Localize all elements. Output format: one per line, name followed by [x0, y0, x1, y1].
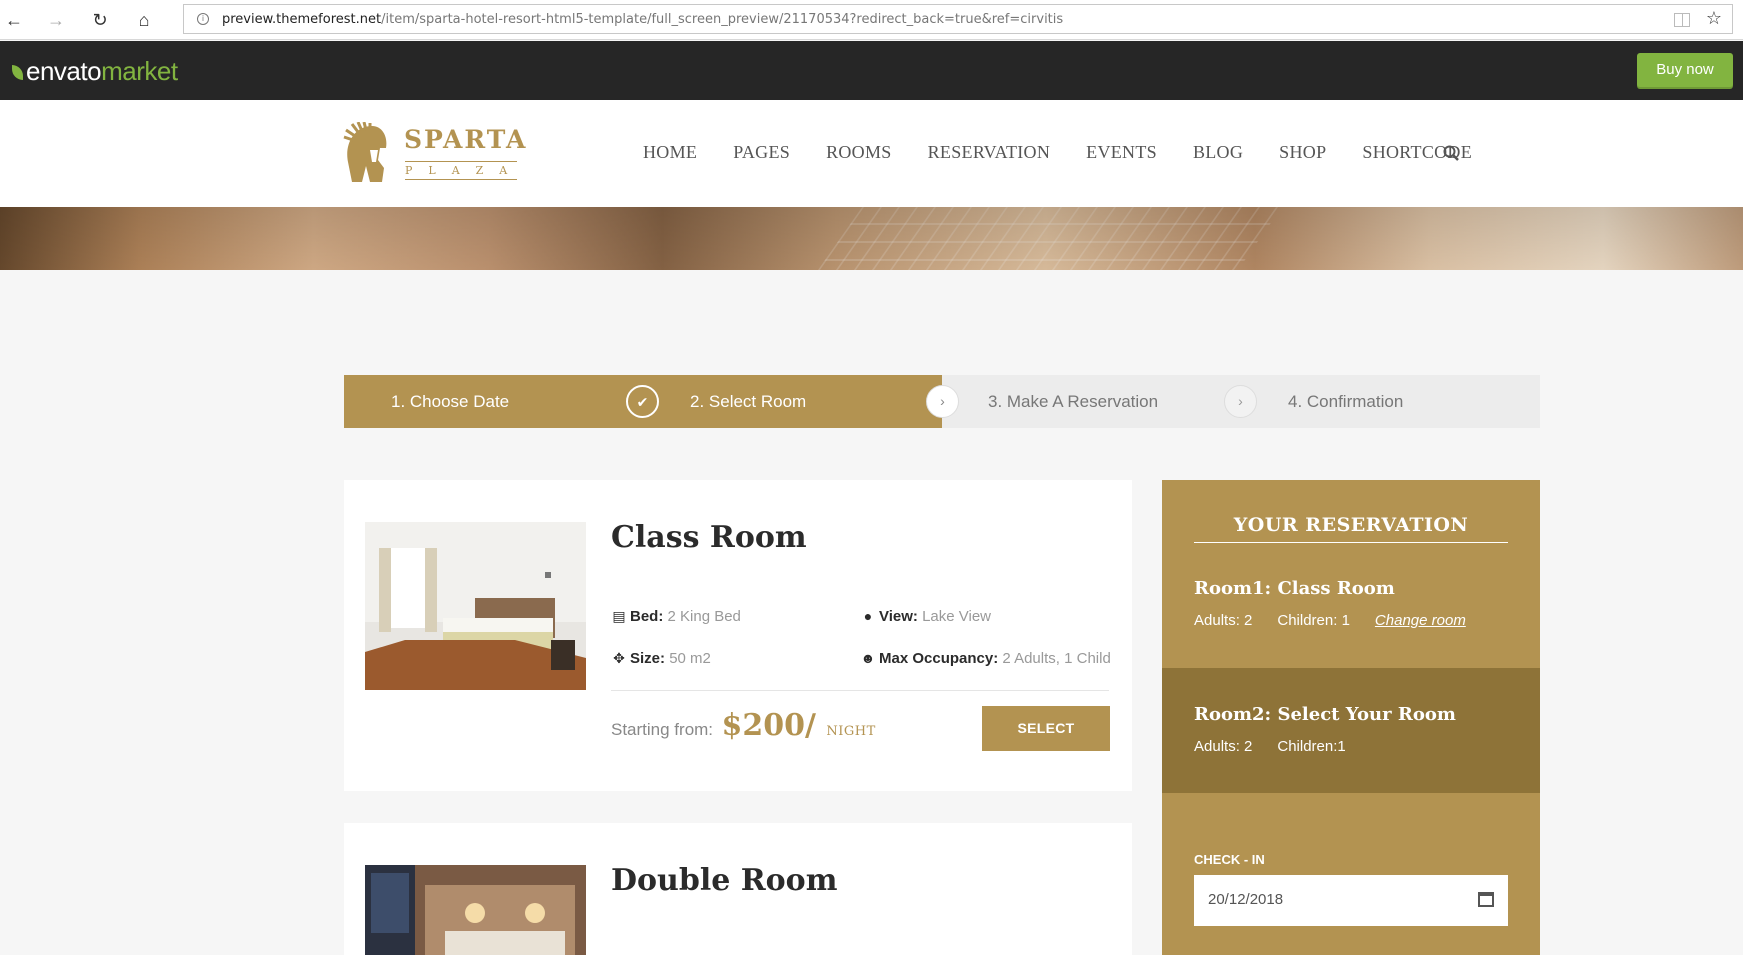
step-label: 2. Select Room: [690, 392, 807, 411]
price-label: Starting from:: [611, 720, 714, 739]
spartan-helmet-icon: [343, 122, 387, 182]
banner-shade: [0, 207, 1743, 270]
nav-home[interactable]: Home: [643, 142, 697, 163]
change-room-link[interactable]: Change room: [1375, 612, 1466, 629]
reservation-title: YOUR RESERVATION: [1194, 514, 1508, 543]
checkin-date-input[interactable]: 20/12/2018: [1194, 875, 1508, 926]
forward-arrow-icon[interactable]: →: [44, 8, 68, 32]
chevron-right-icon: ›: [1224, 385, 1257, 418]
step-label: 3. Make A Reservation: [988, 392, 1159, 411]
search-icon[interactable]: [1443, 145, 1459, 161]
site-info-icon[interactable]: i: [197, 13, 209, 25]
double-room-photo: [365, 865, 586, 955]
occupancy-value: 2 Adults, 1 Child: [1002, 650, 1111, 667]
room-card-double-room: Double Room: [344, 823, 1132, 955]
room1-children: Children: 1: [1277, 612, 1350, 629]
step-choose-date[interactable]: 1. Choose Date: [344, 375, 642, 428]
room2-section: Room2: Select Your Room Adults: 2 Childre…: [1162, 668, 1540, 793]
reservation-panel: YOUR RESERVATION Room1: Class Room Adult…: [1162, 480, 1540, 955]
room-view: ● View: Lake View: [860, 608, 991, 625]
bed-label: Bed:: [630, 608, 664, 625]
room-title[interactable]: Class Room: [611, 520, 807, 555]
nav-rooms[interactable]: Rooms: [826, 142, 892, 163]
brand-subtitle: PLAZA: [405, 161, 517, 180]
bed-value: 2 King Bed: [667, 608, 741, 625]
site-header: SPARTA PLAZA Home Pages Rooms Reservatio…: [0, 100, 1743, 207]
view-value: Lake View: [922, 608, 992, 625]
chevron-right-icon: ›: [926, 385, 959, 418]
room-bed: ▤ Bed: 2 King Bed: [611, 608, 741, 625]
room1-guests: Adults: 2 Children: 1 Change room: [1194, 612, 1466, 629]
step-confirmation[interactable]: 4. Confirmation: [1240, 375, 1540, 428]
room-price: Starting from: $200/ NIGHT: [611, 708, 876, 743]
booking-steps: 1. Choose Date 2. Select Room 3. Make A …: [344, 375, 1540, 428]
occupancy-label: Max Occupancy:: [879, 650, 999, 667]
nav-events[interactable]: Events: [1086, 142, 1157, 163]
view-label: View:: [879, 608, 918, 625]
nav-pages[interactable]: Pages: [733, 142, 790, 163]
room2-guests: Adults: 2 Children:1: [1194, 738, 1371, 755]
envato-leaf-icon: [12, 65, 23, 80]
hero-banner-image: [0, 207, 1743, 270]
room-occupancy: ☻ Max Occupancy: 2 Adults, 1 Child: [860, 650, 1111, 667]
envato-market-logo[interactable]: envatomarket: [12, 56, 178, 87]
step-label: 1. Choose Date: [391, 392, 510, 411]
room-divider: [611, 690, 1109, 691]
favorite-star-icon[interactable]: ☆: [1706, 8, 1722, 29]
url-text: preview.themeforest.net/item/sparta-hote…: [222, 12, 1063, 27]
nav-reservation[interactable]: Reservation: [928, 142, 1051, 163]
room2-children: Children:1: [1277, 738, 1346, 755]
url-path: /item/sparta-hotel-resort-html5-template…: [381, 12, 1064, 27]
back-arrow-icon[interactable]: ←: [2, 8, 26, 32]
main-nav: Home Pages Rooms Reservation Events Blog…: [643, 142, 1508, 163]
checkin-value: 20/12/2018: [1208, 891, 1284, 908]
buy-now-button[interactable]: Buy now: [1637, 53, 1733, 87]
room1-name: Room1: Class Room: [1194, 578, 1395, 599]
calendar-icon[interactable]: [1478, 892, 1494, 907]
room-card-class-room: Class Room ▤ Bed: 2 King Bed ● View: Lake …: [344, 480, 1132, 791]
address-bar[interactable]: i preview.themeforest.net/item/sparta-ho…: [183, 4, 1733, 34]
checkmark-icon: ✔: [626, 385, 659, 418]
bed-icon: ▤: [612, 608, 626, 624]
browser-toolbar: ← → ↻ ⌂ i preview.themeforest.net/item/s…: [0, 0, 1743, 40]
room-size: ✥ Size: 50 m2: [611, 650, 711, 667]
step-label: 4. Confirmation: [1288, 392, 1404, 411]
room1-adults: Adults: 2: [1194, 612, 1253, 629]
expand-icon: ✥: [613, 650, 625, 666]
binoculars-icon: ●: [863, 608, 873, 624]
refresh-icon[interactable]: ↻: [88, 8, 112, 32]
select-room-button[interactable]: SELECT: [982, 706, 1110, 751]
users-icon: ☻: [860, 650, 876, 666]
room-photo[interactable]: [365, 522, 586, 690]
room-photo[interactable]: [365, 865, 586, 955]
nav-blog[interactable]: Blog: [1193, 142, 1243, 163]
room2-adults: Adults: 2: [1194, 738, 1253, 755]
step-select-room[interactable]: 2. Select Room: [642, 375, 942, 428]
home-icon[interactable]: ⌂: [132, 8, 156, 32]
size-value: 50 m2: [669, 650, 711, 667]
size-label: Size:: [630, 650, 666, 667]
reading-view-icon[interactable]: [1674, 13, 1690, 27]
url-host: preview.themeforest.net: [222, 12, 382, 27]
price-unit: NIGHT: [826, 724, 876, 739]
room2-name: Room2: Select Your Room: [1194, 704, 1456, 725]
price-amount: $200/: [721, 708, 816, 743]
brand-name: SPARTA: [404, 125, 528, 154]
nav-shop[interactable]: Shop: [1279, 142, 1326, 163]
checkin-label: CHECK - IN: [1194, 852, 1265, 867]
class-room-photo: [365, 522, 586, 690]
step-make-reservation[interactable]: 3. Make A Reservation: [942, 375, 1240, 428]
envato-logo-word: envato: [26, 56, 102, 86]
envato-market-bar: envatomarket Buy now: [0, 41, 1743, 100]
envato-logo-market: market: [101, 56, 178, 86]
room-title[interactable]: Double Room: [611, 863, 837, 898]
